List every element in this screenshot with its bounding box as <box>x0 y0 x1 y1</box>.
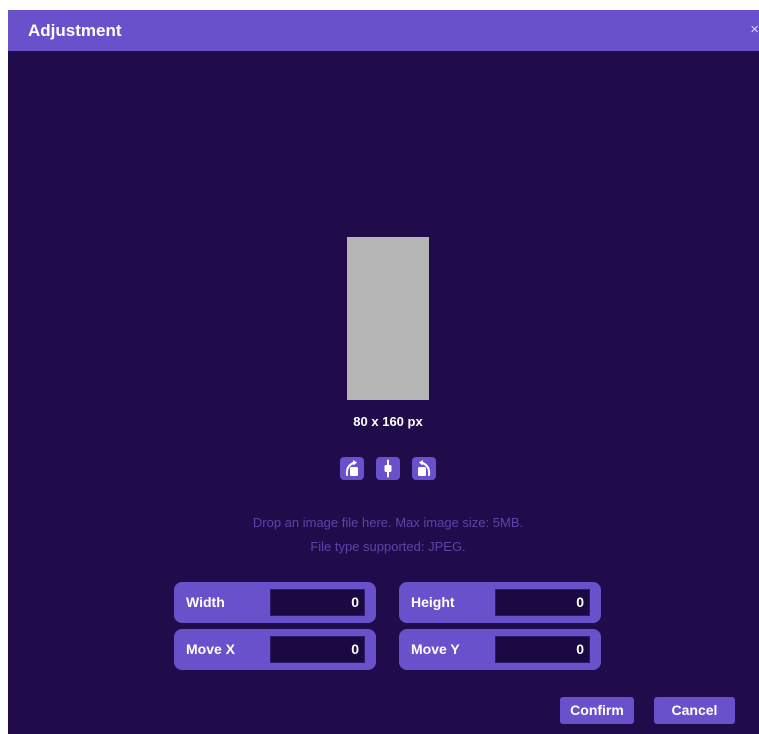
move-y-input[interactable]: 0 <box>495 636 590 663</box>
dialog-titlebar: Adjustment × <box>8 10 759 51</box>
dialog-title: Adjustment <box>28 21 122 40</box>
move-x-field: Move X 0 <box>174 629 376 670</box>
move-y-label: Move Y <box>411 641 460 657</box>
close-icon[interactable]: × <box>750 22 759 37</box>
rotate-left-icon <box>345 460 358 476</box>
image-preview <box>347 237 429 400</box>
drop-hint-line1: Drop an image file here. Max image size:… <box>252 515 524 530</box>
flip-icon <box>384 459 392 478</box>
adjustment-dialog: Adjustment × 80 x 160 px Drop an image f… <box>8 10 759 734</box>
width-field: Width 0 <box>174 582 376 623</box>
height-field: Height 0 <box>399 582 601 623</box>
rotate-right-button[interactable] <box>412 457 436 480</box>
cancel-button[interactable]: Cancel <box>654 697 735 724</box>
confirm-button[interactable]: Confirm <box>560 697 634 724</box>
height-input[interactable]: 0 <box>495 589 590 616</box>
flip-button[interactable] <box>376 457 400 480</box>
rotate-left-button[interactable] <box>340 457 364 480</box>
image-size-label: 80 x 160 px <box>353 414 423 429</box>
move-x-input[interactable]: 0 <box>270 636 365 663</box>
rotate-right-icon <box>418 460 431 476</box>
move-y-field: Move Y 0 <box>399 629 601 670</box>
width-input[interactable]: 0 <box>270 589 365 616</box>
height-label: Height <box>411 594 455 610</box>
width-label: Width <box>186 594 225 610</box>
drop-hint-line2: File type supported: JPEG. <box>310 539 466 554</box>
move-x-label: Move X <box>186 641 236 657</box>
